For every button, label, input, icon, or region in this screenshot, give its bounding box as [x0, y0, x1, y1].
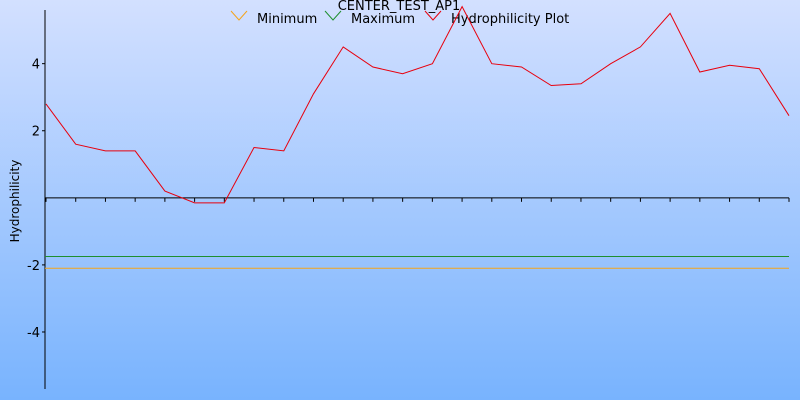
- legend-label: Minimum: [257, 12, 317, 27]
- series-layer: [45, 5, 790, 269]
- legend-symbol: [230, 10, 248, 21]
- legend: Minimum Maximum Hydrophilicity Plot: [230, 10, 569, 27]
- y-tick-label: 4: [32, 58, 40, 73]
- chart-root: CENTER_TEST_AP1 Hydrophilicity Minimum Ma…: [0, 0, 800, 400]
- axes: -4 -2 2 4: [27, 10, 790, 389]
- legend-label: Maximum: [351, 12, 415, 27]
- y-tick-label: -2: [27, 259, 40, 274]
- y-tick-label: -4: [27, 326, 40, 341]
- series-hydrophilicity-plot-line: [45, 5, 790, 204]
- y-tick-label: 2: [32, 125, 40, 140]
- y-axis-label: Hydrophilicity: [8, 160, 22, 243]
- hydrophilicity-chart: CENTER_TEST_AP1 Hydrophilicity Minimum Ma…: [8, 0, 790, 389]
